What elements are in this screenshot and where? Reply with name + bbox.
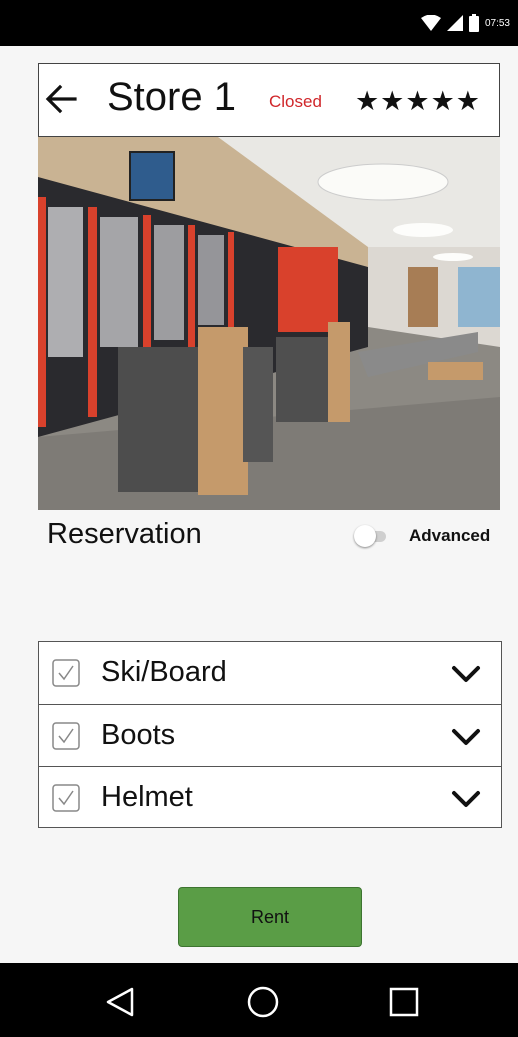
battery-icon: [468, 14, 479, 32]
advanced-toggle[interactable]: [354, 525, 386, 547]
store-photo: [38, 137, 500, 510]
nav-home-icon[interactable]: [246, 985, 280, 1019]
checkbox-checked-icon[interactable]: [52, 722, 80, 750]
store-header: Store 1 Closed ★★★★★: [38, 63, 500, 137]
chevron-down-icon[interactable]: [451, 664, 481, 684]
equipment-item-label: Boots: [101, 719, 176, 751]
store-status: Closed: [269, 92, 322, 111]
advanced-label: Advanced: [409, 526, 491, 545]
checkbox-checked-icon[interactable]: [52, 659, 80, 687]
status-icons: 07:53: [420, 0, 510, 46]
chevron-down-icon[interactable]: [451, 727, 481, 747]
rent-button[interactable]: Rent: [178, 887, 362, 947]
reservation-title: Reservation: [47, 518, 202, 550]
arrow-left-icon: [45, 84, 77, 114]
checkbox-checked-icon[interactable]: [52, 784, 80, 812]
equipment-item-ski-board[interactable]: Ski/Board: [39, 642, 501, 704]
equipment-item-helmet[interactable]: Helmet: [39, 766, 501, 829]
navigation-bar: [0, 963, 518, 1037]
wifi-icon: [420, 15, 441, 31]
store-interior-image: [38, 137, 500, 510]
back-button[interactable]: [44, 82, 78, 116]
chevron-down-icon[interactable]: [451, 789, 481, 809]
star-rating: ★★★★★: [354, 86, 481, 116]
status-bar: 07:53: [0, 0, 518, 46]
equipment-item-boots[interactable]: Boots: [39, 704, 501, 767]
nav-recents-icon[interactable]: [387, 985, 421, 1019]
store-title: Store 1: [107, 75, 236, 119]
equipment-item-label: Helmet: [101, 781, 193, 813]
nav-back-icon[interactable]: [104, 985, 138, 1019]
cellular-signal-icon: [446, 15, 463, 31]
toggle-knob: [354, 525, 376, 547]
equipment-list: Ski/Board Boots Helmet: [38, 641, 502, 828]
status-time: 07:53: [484, 17, 510, 29]
equipment-item-label: Ski/Board: [101, 656, 227, 688]
